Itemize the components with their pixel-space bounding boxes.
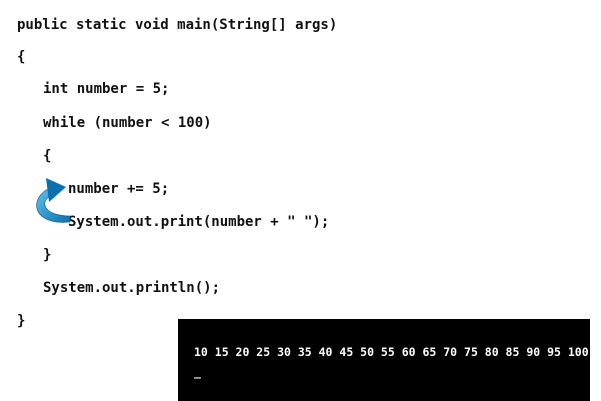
code-line-method-signature: public static void main(String[] args)	[17, 17, 338, 33]
loop-arrow-icon	[36, 178, 71, 223]
code-line-close-brace: }	[17, 313, 26, 329]
code-line-print: System.out.print(number + " ");	[68, 214, 330, 230]
code-line-declaration: int number = 5;	[43, 81, 170, 97]
code-line-loop-close-brace: }	[43, 247, 52, 263]
code-line-println: System.out.println();	[43, 280, 221, 296]
loop-arrow-head	[46, 178, 66, 202]
code-line-loop-open-brace: {	[43, 148, 52, 164]
code-line-open-brace: {	[17, 49, 26, 65]
console-output-panel: 10 15 20 25 30 35 40 45 50 55 60 65 70 7…	[178, 319, 590, 401]
code-line-increment: number += 5;	[68, 181, 170, 197]
code-line-while-header: while (number < 100)	[43, 115, 212, 131]
console-output-line: 10 15 20 25 30 35 40 45 50 55 60 65 70 7…	[194, 345, 589, 359]
console-cursor: _	[194, 365, 201, 379]
